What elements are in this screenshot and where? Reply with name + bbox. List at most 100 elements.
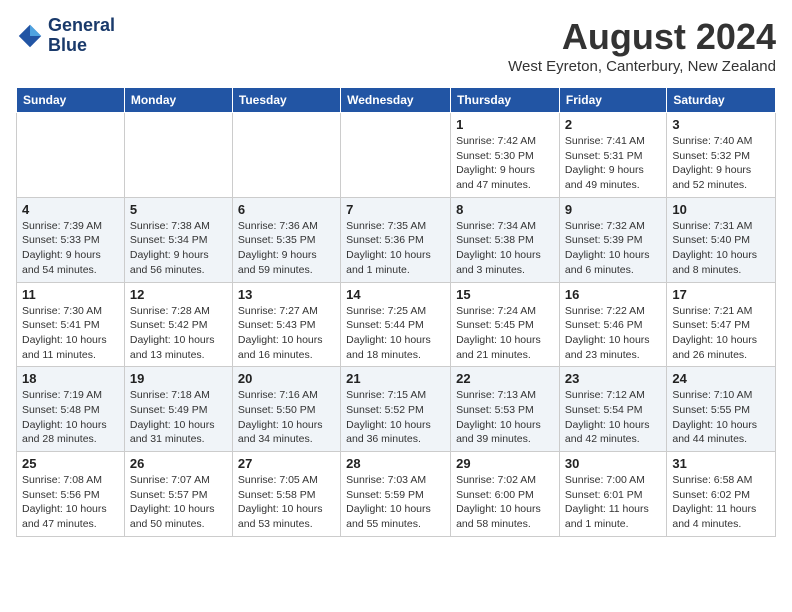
- day-of-week-header: Tuesday: [232, 88, 340, 113]
- calendar-week-row: 25Sunrise: 7:08 AM Sunset: 5:56 PM Dayli…: [17, 452, 776, 537]
- day-of-week-header: Sunday: [17, 88, 125, 113]
- day-number: 31: [672, 456, 770, 471]
- calendar-week-row: 1 Sunrise: 7:42 AM Sunset: 5:30 PM Daylig…: [17, 113, 776, 198]
- calendar-cell: 7Sunrise: 7:35 AM Sunset: 5:36 PM Daylig…: [341, 197, 451, 282]
- day-info: Sunrise: 7:05 AM Sunset: 5:58 PM Dayligh…: [238, 473, 335, 532]
- calendar-cell: 14 Sunrise: 7:25 AM Sunset: 5:44 PM Dayli…: [341, 282, 451, 367]
- day-info: Sunrise: 7:41 AM Sunset: 5:31 PM Dayligh…: [565, 134, 661, 193]
- day-number: 24: [672, 371, 770, 386]
- calendar-cell: 27 Sunrise: 7:05 AM Sunset: 5:58 PM Dayli…: [232, 452, 340, 537]
- calendar-cell: 26Sunrise: 7:07 AM Sunset: 5:57 PM Dayli…: [124, 452, 232, 537]
- calendar-cell: 17 Sunrise: 7:21 AM Sunset: 5:47 PM Dayli…: [667, 282, 776, 367]
- day-number: 3: [672, 117, 770, 132]
- calendar-cell: 23 Sunrise: 7:12 AM Sunset: 5:54 PM Dayli…: [559, 367, 666, 452]
- day-info: Sunrise: 7:28 AM Sunset: 5:42 PM Dayligh…: [130, 304, 227, 363]
- day-number: 8: [456, 202, 554, 217]
- calendar-cell: 3 Sunrise: 7:40 AM Sunset: 5:32 PM Daylig…: [667, 113, 776, 198]
- day-info: Sunrise: 7:24 AM Sunset: 5:45 PM Dayligh…: [456, 304, 554, 363]
- calendar-cell: 16 Sunrise: 7:22 AM Sunset: 5:46 PM Dayli…: [559, 282, 666, 367]
- calendar-cell: 22 Sunrise: 7:13 AM Sunset: 5:53 PM Dayli…: [451, 367, 560, 452]
- day-info: Sunrise: 7:22 AM Sunset: 5:46 PM Dayligh…: [565, 304, 661, 363]
- calendar-cell: 5 Sunrise: 7:38 AM Sunset: 5:34 PM Daylig…: [124, 197, 232, 282]
- day-number: 14: [346, 287, 445, 302]
- day-number: 12: [130, 287, 227, 302]
- day-number: 1: [456, 117, 554, 132]
- logo: General Blue: [16, 16, 115, 56]
- day-info: Sunrise: 7:40 AM Sunset: 5:32 PM Dayligh…: [672, 134, 770, 193]
- day-of-week-header: Friday: [559, 88, 666, 113]
- day-info: Sunrise: 7:03 AM Sunset: 5:59 PM Dayligh…: [346, 473, 445, 532]
- day-info: Sunrise: 7:30 AM Sunset: 5:41 PM Dayligh…: [22, 304, 119, 363]
- day-of-week-header: Thursday: [451, 88, 560, 113]
- day-info: Sunrise: 7:21 AM Sunset: 5:47 PM Dayligh…: [672, 304, 770, 363]
- calendar-cell: 6 Sunrise: 7:36 AM Sunset: 5:35 PM Daylig…: [232, 197, 340, 282]
- calendar-cell: 31 Sunrise: 6:58 AM Sunset: 6:02 PM Dayli…: [667, 452, 776, 537]
- day-info: Sunrise: 7:02 AM Sunset: 6:00 PM Dayligh…: [456, 473, 554, 532]
- calendar-cell: 9Sunrise: 7:32 AM Sunset: 5:39 PM Daylig…: [559, 197, 666, 282]
- day-info: Sunrise: 7:15 AM Sunset: 5:52 PM Dayligh…: [346, 388, 445, 447]
- calendar-cell: [17, 113, 125, 198]
- day-number: 2: [565, 117, 661, 132]
- day-number: 5: [130, 202, 227, 217]
- calendar-cell: 30Sunrise: 7:00 AM Sunset: 6:01 PM Dayli…: [559, 452, 666, 537]
- page-header: General Blue August 2024 West Eyreton, C…: [16, 16, 776, 75]
- day-number: 4: [22, 202, 119, 217]
- title-block: August 2024 West Eyreton, Canterbury, Ne…: [508, 16, 776, 75]
- calendar-cell: [232, 113, 340, 198]
- calendar-cell: 24Sunrise: 7:10 AM Sunset: 5:55 PM Dayli…: [667, 367, 776, 452]
- day-info: Sunrise: 7:36 AM Sunset: 5:35 PM Dayligh…: [238, 219, 335, 278]
- calendar-cell: 10Sunrise: 7:31 AM Sunset: 5:40 PM Dayli…: [667, 197, 776, 282]
- location: West Eyreton, Canterbury, New Zealand: [508, 58, 776, 75]
- calendar-cell: 25Sunrise: 7:08 AM Sunset: 5:56 PM Dayli…: [17, 452, 125, 537]
- calendar-cell: 2 Sunrise: 7:41 AM Sunset: 5:31 PM Daylig…: [559, 113, 666, 198]
- calendar-cell: 4Sunrise: 7:39 AM Sunset: 5:33 PM Daylig…: [17, 197, 125, 282]
- calendar-week-row: 4Sunrise: 7:39 AM Sunset: 5:33 PM Daylig…: [17, 197, 776, 282]
- day-info: Sunrise: 7:42 AM Sunset: 5:30 PM Dayligh…: [456, 134, 554, 193]
- calendar-table: SundayMondayTuesdayWednesdayThursdayFrid…: [16, 87, 776, 537]
- day-of-week-header: Monday: [124, 88, 232, 113]
- day-number: 15: [456, 287, 554, 302]
- day-number: 6: [238, 202, 335, 217]
- day-info: Sunrise: 7:18 AM Sunset: 5:49 PM Dayligh…: [130, 388, 227, 447]
- day-number: 19: [130, 371, 227, 386]
- calendar-cell: 12 Sunrise: 7:28 AM Sunset: 5:42 PM Dayli…: [124, 282, 232, 367]
- day-info: Sunrise: 7:12 AM Sunset: 5:54 PM Dayligh…: [565, 388, 661, 447]
- day-info: Sunrise: 7:16 AM Sunset: 5:50 PM Dayligh…: [238, 388, 335, 447]
- day-number: 16: [565, 287, 661, 302]
- calendar-cell: 28 Sunrise: 7:03 AM Sunset: 5:59 PM Dayli…: [341, 452, 451, 537]
- day-of-week-header: Saturday: [667, 88, 776, 113]
- day-number: 27: [238, 456, 335, 471]
- day-info: Sunrise: 7:19 AM Sunset: 5:48 PM Dayligh…: [22, 388, 119, 447]
- day-of-week-header: Wednesday: [341, 88, 451, 113]
- calendar-cell: 21 Sunrise: 7:15 AM Sunset: 5:52 PM Dayli…: [341, 367, 451, 452]
- calendar-header-row: SundayMondayTuesdayWednesdayThursdayFrid…: [17, 88, 776, 113]
- day-info: Sunrise: 7:25 AM Sunset: 5:44 PM Dayligh…: [346, 304, 445, 363]
- day-number: 22: [456, 371, 554, 386]
- day-info: Sunrise: 7:27 AM Sunset: 5:43 PM Dayligh…: [238, 304, 335, 363]
- day-number: 29: [456, 456, 554, 471]
- calendar-cell: [124, 113, 232, 198]
- day-number: 18: [22, 371, 119, 386]
- logo-text: General Blue: [48, 16, 115, 56]
- month-year: August 2024: [508, 16, 776, 58]
- day-number: 26: [130, 456, 227, 471]
- day-info: Sunrise: 7:38 AM Sunset: 5:34 PM Dayligh…: [130, 219, 227, 278]
- day-info: Sunrise: 7:34 AM Sunset: 5:38 PM Dayligh…: [456, 219, 554, 278]
- day-number: 20: [238, 371, 335, 386]
- calendar-cell: 1 Sunrise: 7:42 AM Sunset: 5:30 PM Daylig…: [451, 113, 560, 198]
- day-number: 17: [672, 287, 770, 302]
- day-number: 28: [346, 456, 445, 471]
- day-info: Sunrise: 7:32 AM Sunset: 5:39 PM Dayligh…: [565, 219, 661, 278]
- day-number: 25: [22, 456, 119, 471]
- day-number: 23: [565, 371, 661, 386]
- calendar-cell: 13Sunrise: 7:27 AM Sunset: 5:43 PM Dayli…: [232, 282, 340, 367]
- calendar-week-row: 11Sunrise: 7:30 AM Sunset: 5:41 PM Dayli…: [17, 282, 776, 367]
- day-info: Sunrise: 7:13 AM Sunset: 5:53 PM Dayligh…: [456, 388, 554, 447]
- day-info: Sunrise: 6:58 AM Sunset: 6:02 PM Dayligh…: [672, 473, 770, 532]
- calendar-cell: 29 Sunrise: 7:02 AM Sunset: 6:00 PM Dayli…: [451, 452, 560, 537]
- calendar-cell: 8 Sunrise: 7:34 AM Sunset: 5:38 PM Daylig…: [451, 197, 560, 282]
- day-number: 30: [565, 456, 661, 471]
- calendar-cell: 18 Sunrise: 7:19 AM Sunset: 5:48 PM Dayli…: [17, 367, 125, 452]
- calendar-cell: 15 Sunrise: 7:24 AM Sunset: 5:45 PM Dayli…: [451, 282, 560, 367]
- day-number: 21: [346, 371, 445, 386]
